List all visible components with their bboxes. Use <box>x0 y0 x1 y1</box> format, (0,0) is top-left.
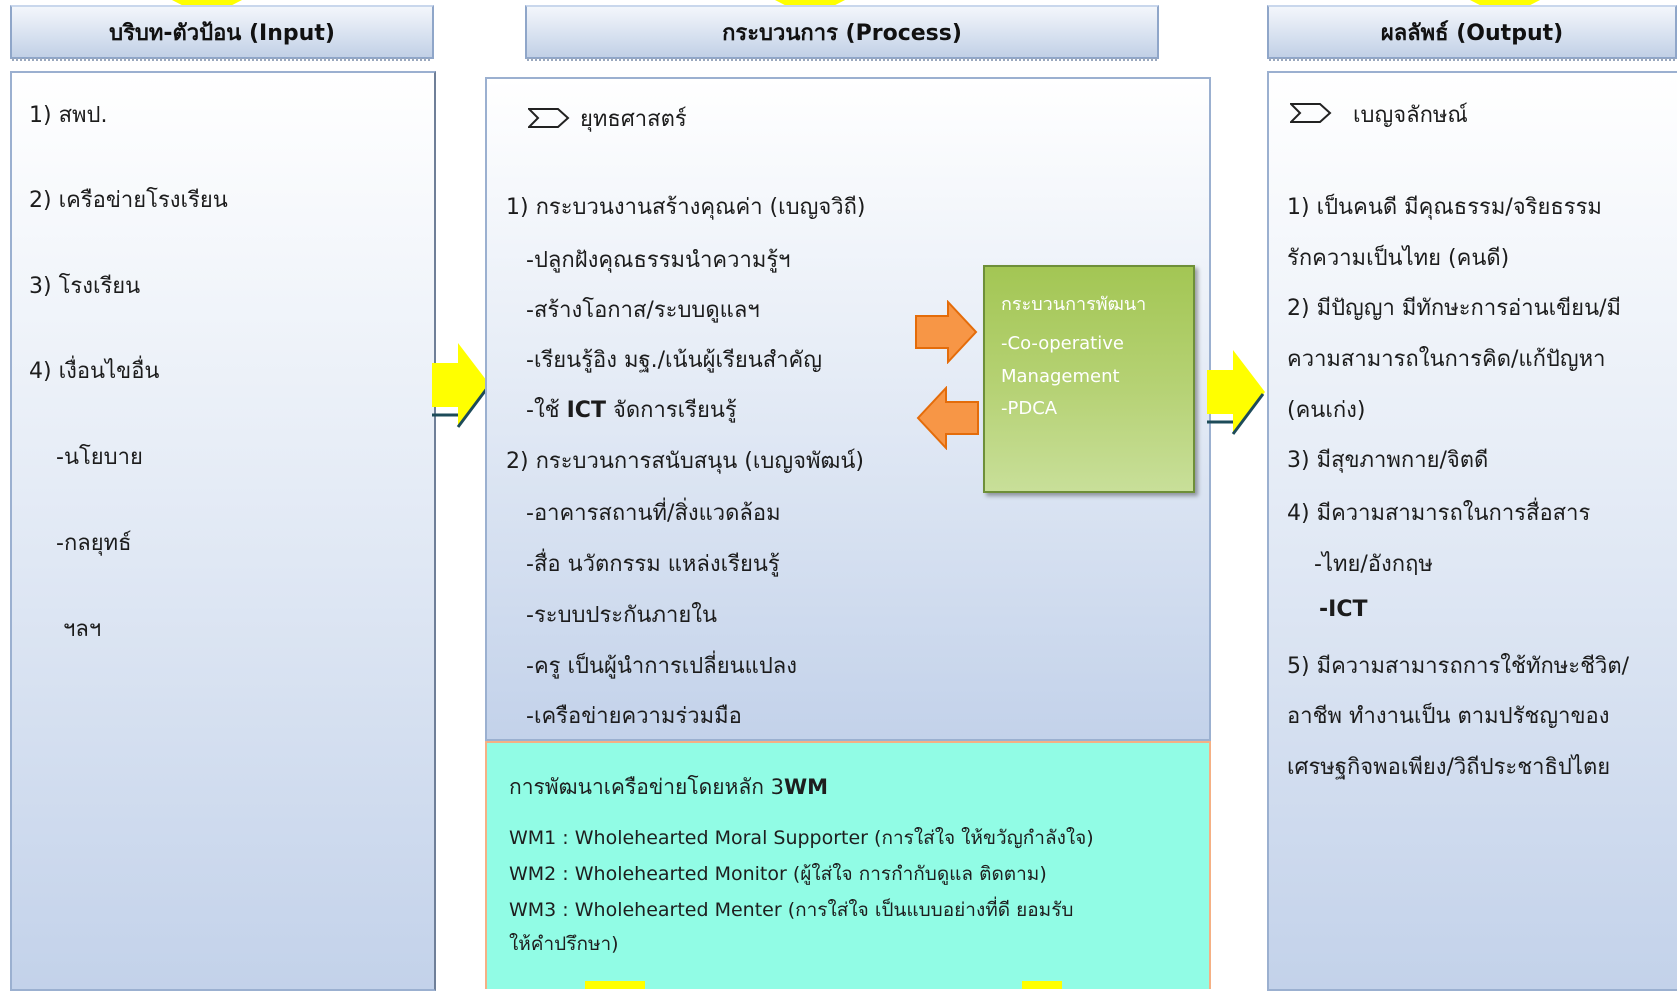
development-line: Management <box>1001 366 1120 387</box>
right-arrow-icon <box>432 343 490 428</box>
input-item: 3) โรงเรียน <box>29 274 141 299</box>
group2-title: 2) กระบวนการสนับสนุน (เบญจพัฒน์) <box>506 449 865 474</box>
ict-bold: ICT <box>566 398 606 423</box>
input-item: -กลยุทธ์ <box>56 531 132 556</box>
input-item: -นโยบาย <box>56 445 143 470</box>
process-item: -เครือข่ายความร่วมมือ <box>526 704 742 729</box>
development-line: -PDCA <box>1001 398 1058 419</box>
output-line: รักความเป็นไทย (คนดี) <box>1287 246 1510 271</box>
network-title-bold: WM <box>784 775 829 799</box>
output-line: -ICT <box>1319 597 1368 622</box>
output-line: ความสามารถในการคิด/แก้ปัญหา <box>1287 347 1606 372</box>
output-header: ผลลัพธ์ (Output) <box>1267 5 1677 61</box>
process-item: -ระบบประกันภายใน <box>526 603 717 628</box>
network-line: ให้คำปรึกษา) <box>509 933 619 955</box>
input-header: บริบท-ตัวป้อน (Input) <box>10 5 434 61</box>
strategy-label: ยุทธศาสตร์ <box>580 107 687 132</box>
development-title: กระบวนการพัฒนา <box>1001 294 1147 315</box>
input-item: 4) เงื่อนไขอื่น <box>29 359 160 384</box>
group1-title: 1) กระบวนงานสร้างคุณค่า (เบญจวิถี) <box>506 195 866 220</box>
network-line: WM2 : Wholehearted Monitor (ผู้ใส่ใจ การ… <box>509 863 1047 885</box>
output-label: เบญจลักษณ์ <box>1353 103 1468 128</box>
output-line: 1) เป็นคนดี มีคุณธรรม/จริยธรรม <box>1287 195 1602 220</box>
network-box: การพัฒนาเครือข่ายโดยหลัก 3WM WM1 : Whole… <box>485 741 1211 989</box>
process-item: -ครู เป็นผู้นำการเปลี่ยนแปลง <box>526 654 798 679</box>
development-box: กระบวนการพัฒนา -Co-operative Management … <box>983 265 1195 493</box>
ict-suffix: จัดการเรียนรู้ <box>612 398 737 423</box>
output-line: -ไทย/อังกฤษ <box>1314 552 1433 577</box>
output-line: อาชีพ ทำงานเป็น ตามปรัชญาของ <box>1287 704 1610 729</box>
output-line: 5) มีความสามารถการใช้ทักษะชีวิต/ <box>1287 654 1630 679</box>
output-line: 3) มีสุขภาพกาย/จิตดี <box>1287 448 1489 473</box>
input-item: 1) สพป. <box>29 103 108 128</box>
process-title: กระบวนการ (Process) <box>722 20 962 46</box>
right-arrow-icon <box>1207 350 1265 435</box>
process-item: -สื่อ นวัตกรรม แหล่งเรียนรู้ <box>526 552 780 577</box>
development-line: -Co-operative <box>1001 333 1124 354</box>
ict-prefix: -ใช้ <box>526 398 560 423</box>
chevron-arrow-icon <box>528 108 570 128</box>
process-item: -อาคารสถานที่/สิ่งแวดล้อม <box>526 501 781 526</box>
process-item: -สร้างโอกาส/ระบบดูแลฯ <box>526 298 760 323</box>
process-header: กระบวนการ (Process) <box>525 5 1159 61</box>
input-title: บริบท-ตัวป้อน (Input) <box>109 20 335 46</box>
input-item: ฯลฯ <box>63 617 102 642</box>
process-item: -เรียนรู้อิง มฐ./เน้นผู้เรียนสำคัญ <box>526 348 823 373</box>
network-title: การพัฒนาเครือข่ายโดยหลัก 3WM <box>509 771 828 804</box>
process-item: -ปลูกฝังคุณธรรมนำความรู้ฯ <box>526 248 791 273</box>
chevron-arrow-icon <box>1290 103 1332 123</box>
network-line: WM1 : Wholehearted Moral Supporter (การใ… <box>509 827 1094 849</box>
output-line: 2) มีปัญญา มีทักษะการอ่านเขียน/มี <box>1287 296 1622 321</box>
output-line: เศรษฐกิจพอเพียง/วิถีประชาธิปไตย <box>1287 755 1611 780</box>
output-line: (คนเก่ง) <box>1287 398 1366 423</box>
output-line: 4) มีความสามารถในการสื่อสาร <box>1287 501 1591 526</box>
orange-left-arrow-icon <box>916 386 979 450</box>
network-title-prefix: การพัฒนาเครือข่ายโดยหลัก 3 <box>509 775 784 799</box>
output-title: ผลลัพธ์ (Output) <box>1380 20 1564 46</box>
bottom-arrow-tip-right <box>1022 981 1062 989</box>
orange-right-arrow-icon <box>915 300 978 364</box>
input-item: 2) เครือข่ายโรงเรียน <box>29 188 228 213</box>
network-line: WM3 : Wholehearted Menter (การใส่ใจ เป็น… <box>509 899 1074 921</box>
bottom-arrow-tip-left <box>585 981 645 989</box>
process-item-ict: -ใช้ ICT จัดการเรียนรู้ <box>526 392 737 427</box>
